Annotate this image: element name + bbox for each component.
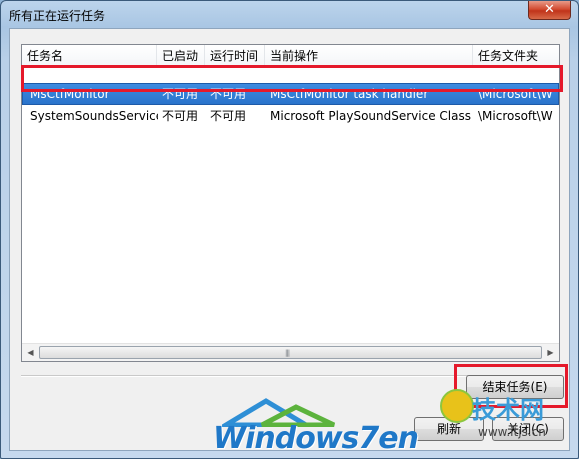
title-bar[interactable]: 所有正在运行任务 ✕	[1, 1, 578, 27]
column-header-runtime[interactable]: 运行时间	[205, 45, 265, 67]
cell-current-action: Microsoft PlaySoundService Class	[270, 109, 471, 123]
cell-task-name: SystemSoundsService	[30, 109, 158, 123]
watermark-brand: Windows7en	[213, 421, 419, 456]
column-header-current-action[interactable]: 当前操作	[265, 45, 473, 67]
horizontal-scrollbar[interactable]: ◀ ||| ▶	[22, 343, 559, 361]
client-area: 任务名 已启动 运行时间 当前操作 任务文件夹 MsCtfMonitor 不可用…	[9, 28, 570, 456]
scrollbar-thumb[interactable]: |||	[39, 346, 542, 359]
column-header-task-name[interactable]: 任务名	[22, 45, 157, 67]
close-window-button[interactable]: ✕	[528, 1, 571, 20]
scrollbar-grip-icon: |||	[285, 349, 290, 357]
column-header-task-folder[interactable]: 任务文件夹	[473, 45, 559, 67]
window-title: 所有正在运行任务	[9, 9, 106, 23]
cell-task-folder: \Microsoft\W	[478, 109, 553, 123]
cell-started: 不可用	[162, 109, 199, 123]
watermark-site-name: 技术网	[472, 396, 544, 424]
dialog-window: 所有正在运行任务 ✕ 任务名 已启动 运行时间 当前操作 任务文件夹 MsCtf…	[0, 0, 579, 459]
cell-runtime: 不可用	[210, 109, 247, 123]
scroll-right-arrow-icon[interactable]: ▶	[542, 344, 559, 361]
table-row[interactable]: SystemSoundsService 不可用 不可用 Microsoft Pl…	[23, 106, 558, 126]
scroll-left-arrow-icon[interactable]: ◀	[22, 344, 39, 361]
watermark-globe-icon	[440, 389, 474, 423]
highlight-box-selected-row	[21, 65, 563, 92]
column-header-started[interactable]: 已启动	[157, 45, 205, 67]
watermark-site-url: www.itjs.cn	[478, 425, 546, 439]
